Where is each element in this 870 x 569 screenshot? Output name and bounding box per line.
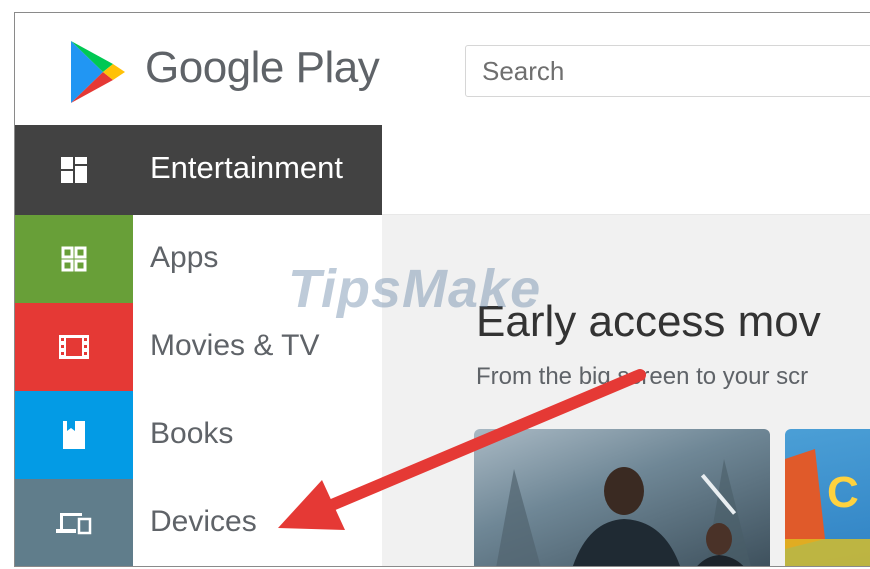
movie-poster-image: C xyxy=(785,449,870,566)
movie-card[interactable] xyxy=(474,429,770,566)
sidebar-item-devices[interactable]: Devices xyxy=(15,479,382,566)
section-subtitle: From the big screen to your scr xyxy=(476,363,809,390)
sidebar-item-label: Apps xyxy=(150,241,219,274)
book-icon xyxy=(15,391,133,479)
sidebar-item-label: Devices xyxy=(150,505,257,538)
poster-letter: C xyxy=(827,468,859,517)
nav-entertainment[interactable]: Entertainment xyxy=(15,125,382,215)
top-bar xyxy=(382,125,870,215)
devices-icon xyxy=(15,479,133,566)
film-icon xyxy=(15,303,133,391)
google-play-logo-icon[interactable] xyxy=(65,37,129,107)
sidebar-item-books[interactable]: Books xyxy=(15,391,382,479)
sidebar-item-label: Movies & TV xyxy=(150,329,320,362)
nav-label: Entertainment xyxy=(150,150,343,185)
search-input[interactable] xyxy=(465,45,870,97)
sidebar-item-label: Books xyxy=(150,417,234,450)
entertainment-icon xyxy=(15,125,133,215)
watermark: TipsMake xyxy=(288,259,542,319)
movie-poster-image xyxy=(496,459,751,566)
google-play-logo-text[interactable]: Google Play xyxy=(145,43,380,93)
movie-card[interactable]: C xyxy=(785,429,870,566)
header: Google Play xyxy=(15,13,870,125)
apps-icon xyxy=(15,215,133,303)
